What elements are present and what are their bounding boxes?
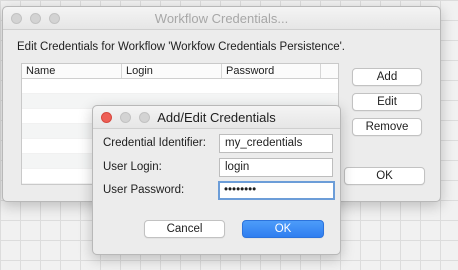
- user-password-label: User Password:: [103, 184, 185, 196]
- column-header-name[interactable]: Name: [22, 64, 122, 78]
- ok-button[interactable]: OK: [344, 167, 425, 185]
- column-header-password[interactable]: Password: [222, 64, 321, 78]
- cancel-button[interactable]: Cancel: [144, 220, 225, 238]
- dialog-ok-button[interactable]: OK: [242, 220, 324, 238]
- column-header-filler: [321, 64, 338, 78]
- user-login-label: User Login:: [103, 161, 162, 173]
- add-button[interactable]: Add: [352, 68, 422, 86]
- dialog-titlebar: Add/Edit Credentials: [93, 106, 340, 129]
- credential-identifier-label: Credential Identifier:: [103, 137, 206, 149]
- credentials-description: Edit Credentials for Workflow 'Workfow C…: [17, 41, 346, 53]
- main-window-title: Workflow Credentials...: [154, 11, 289, 26]
- table-row[interactable]: [22, 79, 338, 94]
- user-password-input[interactable]: ••••••••: [218, 181, 335, 200]
- remove-button[interactable]: Remove: [352, 118, 422, 136]
- edit-button[interactable]: Edit: [352, 93, 422, 111]
- add-edit-credentials-dialog: Add/Edit Credentials Credential Identifi…: [92, 105, 341, 255]
- table-header: Name Login Password: [22, 64, 338, 79]
- column-header-login[interactable]: Login: [122, 64, 222, 78]
- main-titlebar: Workflow Credentials...: [3, 7, 440, 30]
- user-login-input[interactable]: login: [219, 158, 333, 177]
- dialog-title: Add/Edit Credentials: [157, 110, 276, 125]
- credential-identifier-input[interactable]: my_credentials: [219, 134, 333, 153]
